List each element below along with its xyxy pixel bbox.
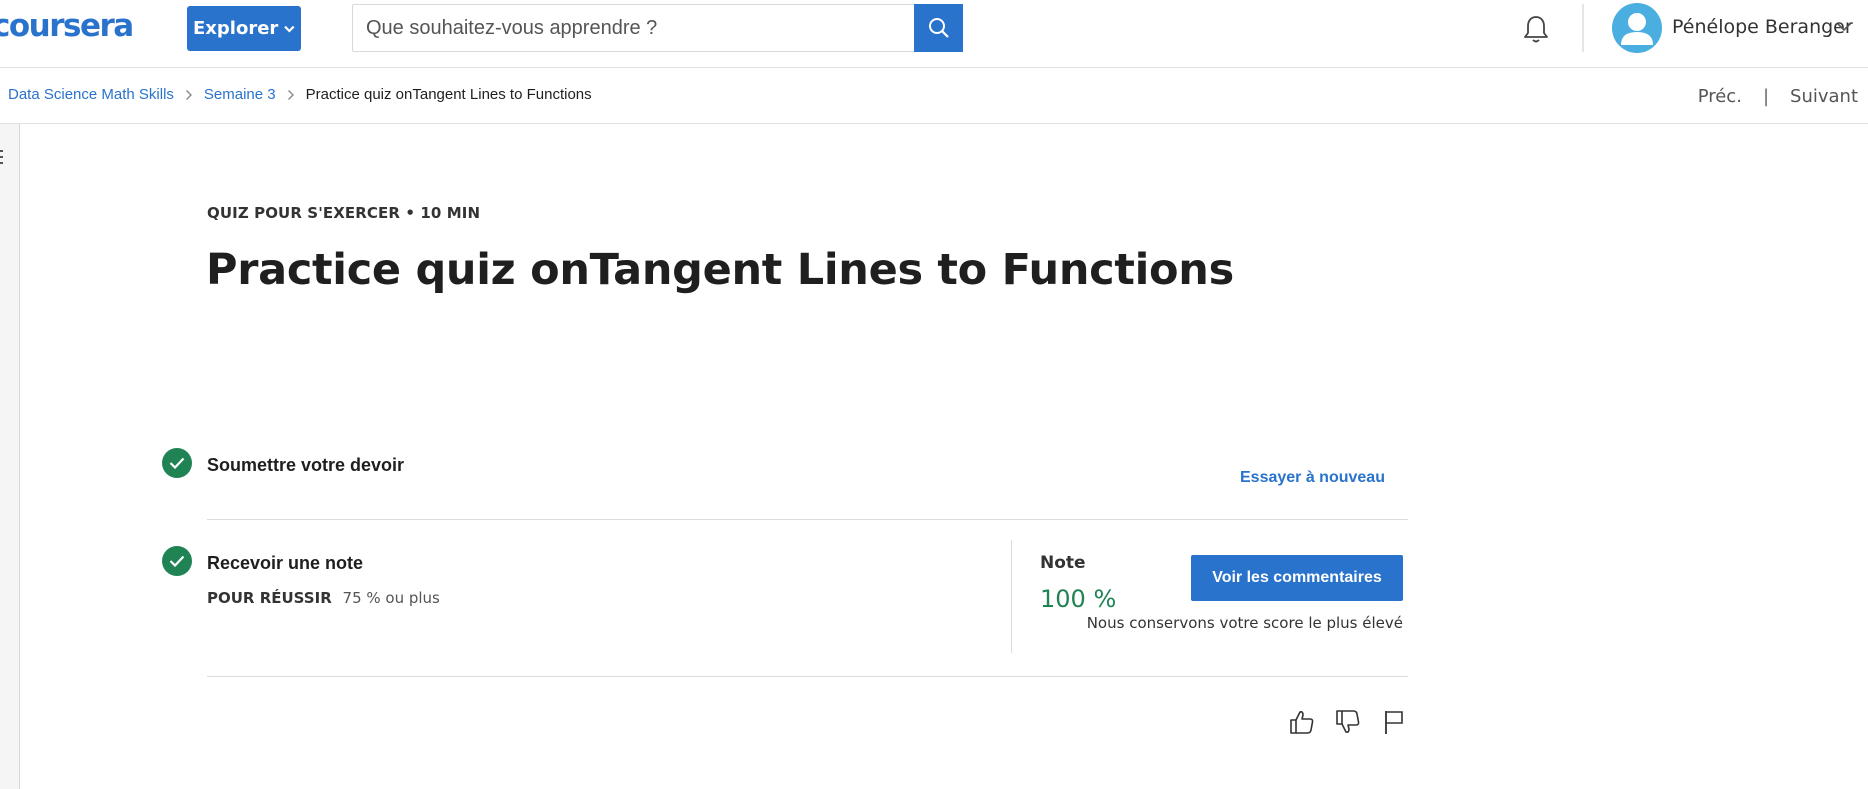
breadcrumb: Data Science Math Skills Semaine 3 Pract… — [8, 86, 592, 103]
previous-link[interactable]: Préc. — [1698, 86, 1742, 107]
page-title: Practice quiz onTangent Lines to Functio… — [206, 245, 1234, 295]
item-navigation: Préc. | Suivant — [1698, 86, 1858, 107]
dislike-button[interactable] — [1333, 707, 1363, 737]
passing-label: POUR RÉUSSIR — [207, 589, 332, 607]
retry-button[interactable]: Essayer à nouveau — [1240, 469, 1385, 487]
avatar-icon — [1621, 13, 1653, 45]
grade-value: 100 % — [1040, 585, 1117, 613]
feedback-actions — [1287, 707, 1409, 737]
chevron-right-icon — [287, 89, 294, 100]
grade-divider — [1011, 540, 1012, 653]
score-note: Nous conservons votre score le plus élev… — [1086, 614, 1403, 632]
menu-icon[interactable] — [0, 149, 6, 165]
breadcrumb-course[interactable]: Data Science Math Skills — [8, 86, 174, 103]
step-complete-badge — [162, 546, 192, 576]
quiz-kicker: QUIZ POUR S'EXERCER • 10 MIN — [207, 204, 481, 222]
nav-separator: | — [1762, 86, 1770, 107]
avatar[interactable] — [1612, 3, 1662, 53]
view-feedback-button[interactable]: Voir les commentaires — [1191, 555, 1403, 601]
user-name[interactable]: Pénélope Beranger — [1672, 16, 1853, 38]
passing-value: 75 % ou plus — [342, 589, 440, 607]
sidebar-collapsed[interactable] — [0, 124, 20, 789]
grade-step-title: Recevoir une note — [207, 553, 364, 573]
thumbs-down-icon — [1336, 710, 1360, 733]
check-icon — [169, 457, 185, 469]
like-button[interactable] — [1287, 707, 1317, 737]
explorer-button[interactable]: Explorer — [187, 6, 301, 51]
header-divider — [1582, 4, 1584, 52]
section-divider — [207, 676, 1408, 677]
thumbs-up-icon — [1290, 711, 1314, 734]
step-complete-badge — [162, 448, 192, 478]
search-icon — [928, 18, 949, 38]
breadcrumb-week[interactable]: Semaine 3 — [204, 86, 276, 103]
next-link[interactable]: Suivant — [1790, 86, 1858, 107]
chevron-down-icon[interactable] — [1836, 22, 1852, 32]
chevron-right-icon — [185, 89, 192, 100]
flag-icon — [1385, 711, 1403, 734]
coursera-logo[interactable]: coursera — [0, 8, 134, 44]
search-bar — [352, 4, 963, 52]
section-divider — [207, 519, 1408, 520]
bell-icon[interactable] — [1520, 13, 1552, 45]
grade-label: Note — [1040, 553, 1086, 573]
passing-threshold: POUR RÉUSSIR 75 % ou plus — [207, 589, 440, 607]
submit-step-title: Soumettre votre devoir — [207, 455, 405, 475]
report-button[interactable] — [1379, 707, 1409, 737]
breadcrumb-current: Practice quiz onTangent Lines to Functio… — [305, 86, 592, 103]
check-icon — [169, 555, 185, 567]
explorer-label: Explorer — [193, 18, 279, 39]
search-input[interactable] — [353, 5, 914, 51]
top-navigation-bar: coursera Explorer Pénélope Beranger — [0, 0, 1868, 68]
search-button[interactable] — [914, 4, 963, 52]
breadcrumb-bar: Data Science Math Skills Semaine 3 Pract… — [0, 68, 1868, 124]
chevron-down-icon — [284, 25, 295, 32]
